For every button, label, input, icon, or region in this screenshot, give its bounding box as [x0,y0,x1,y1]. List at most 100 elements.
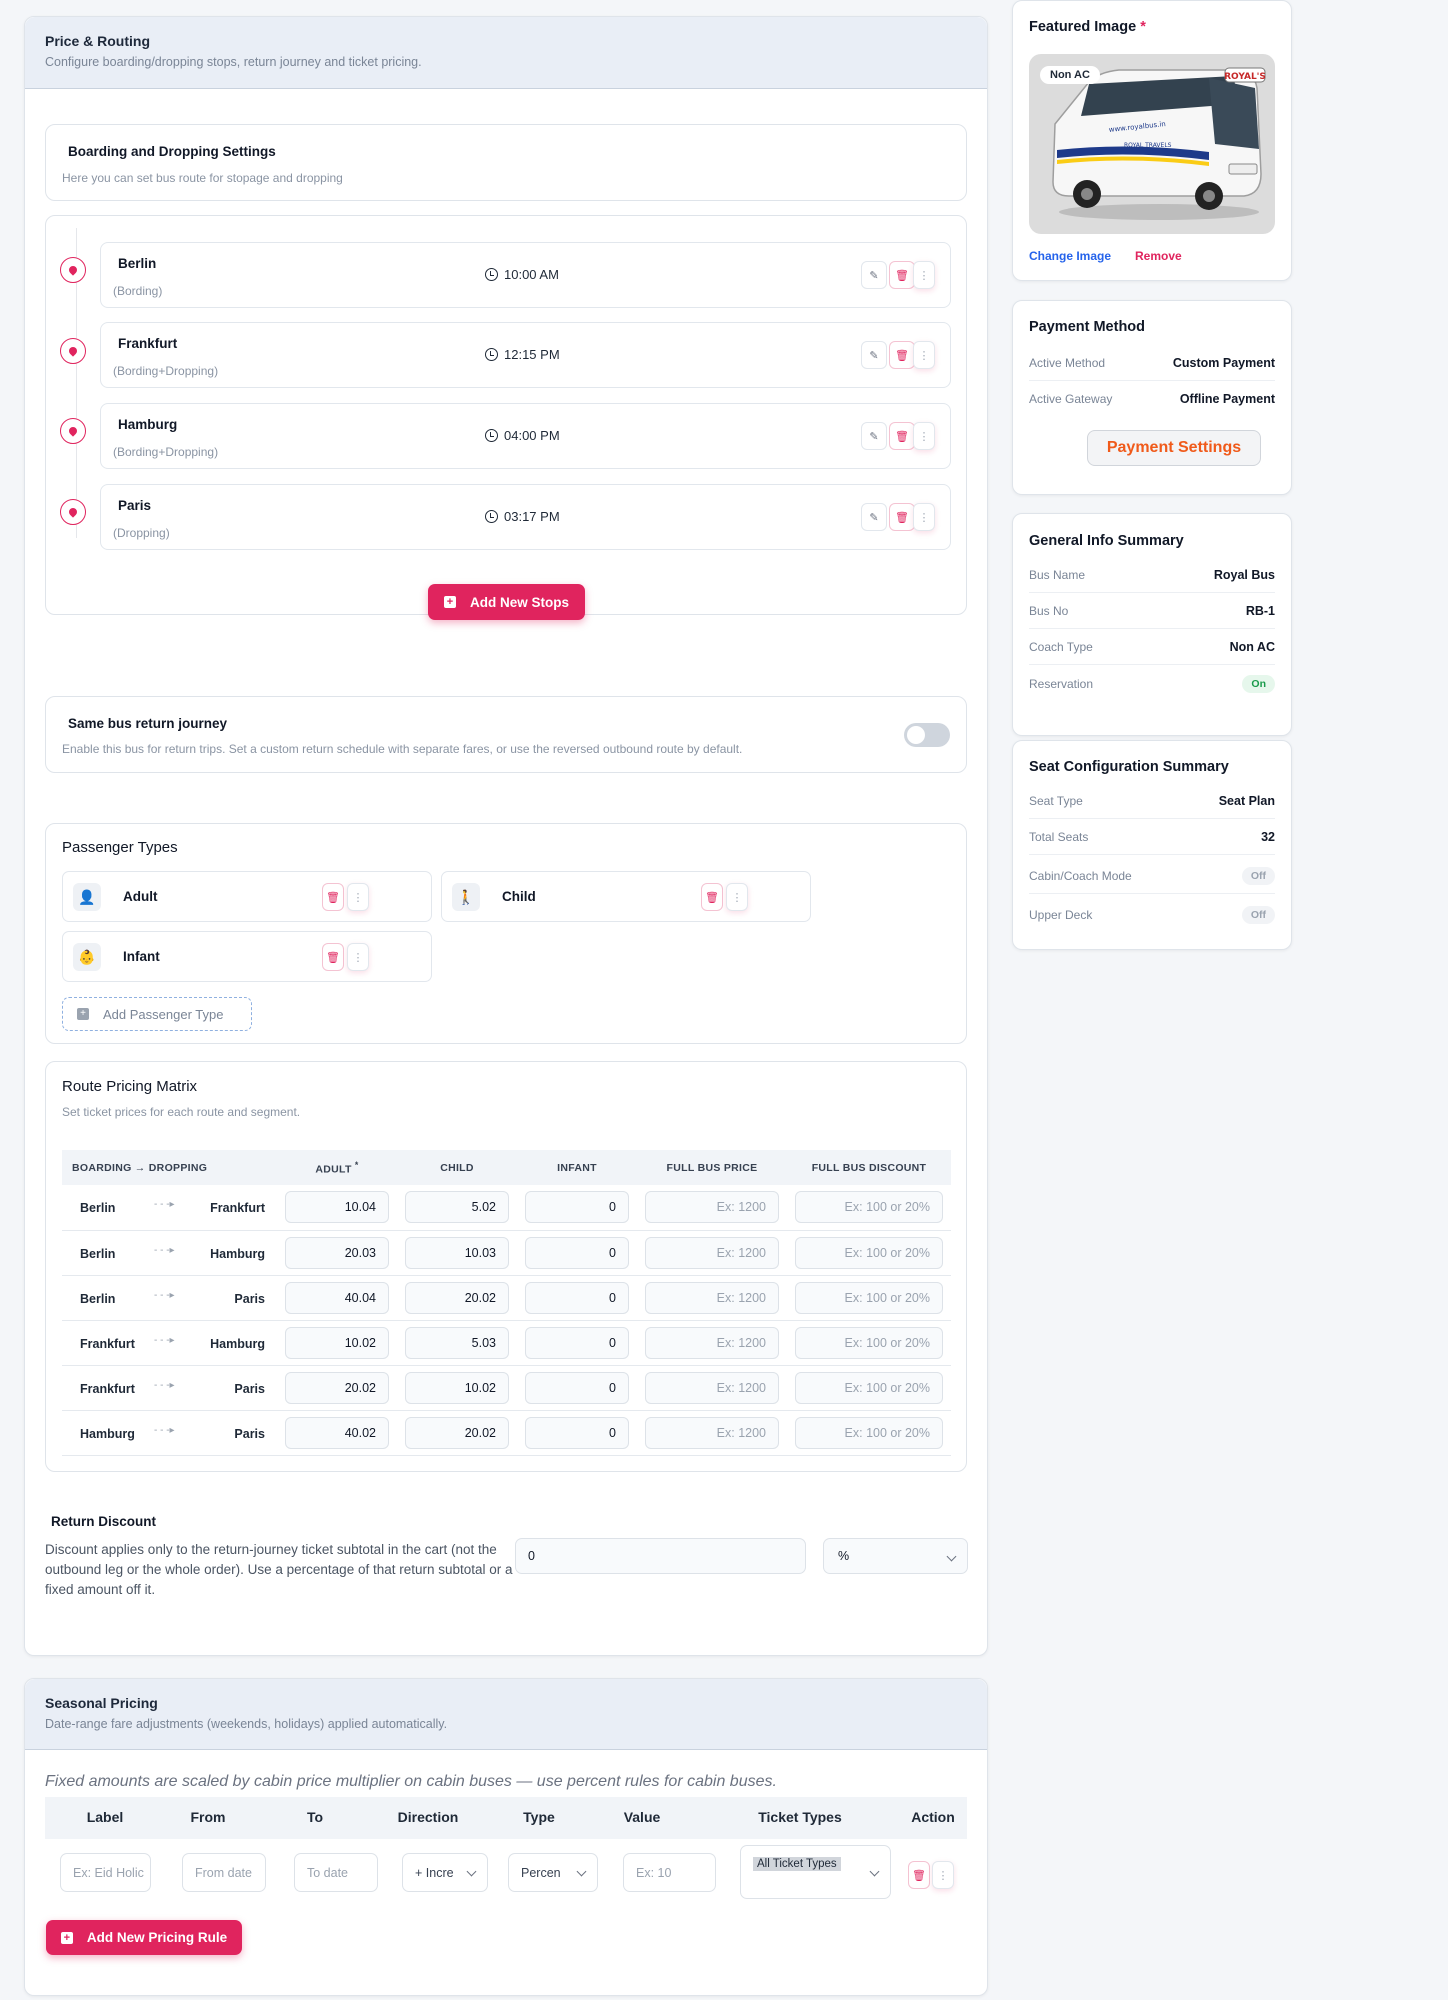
rule-to-date[interactable]: To date [294,1853,378,1892]
infant-price-input[interactable]: 0 [525,1281,629,1314]
full-bus-price-input[interactable]: Ex: 1200 [645,1236,779,1269]
child-price-input[interactable]: 10.02 [405,1371,509,1404]
adult-price: 20.03 [344,1245,376,1260]
drag-handle-icon[interactable]: ⋮ [913,422,935,450]
rule-label-input[interactable]: Ex: Eid Holic [60,1853,151,1892]
full-bus-price-input[interactable]: Ex: 1200 [645,1326,779,1359]
required-mark: * [1140,19,1146,35]
full-bus-discount-input[interactable]: Ex: 100 or 20% [795,1416,943,1449]
drag-handle-icon[interactable]: ⋮ [913,341,935,369]
clock-icon [485,510,498,523]
delete-icon[interactable]: 🗑 [322,943,344,971]
stop-time: 12:15 PM [504,347,560,362]
edit-icon[interactable]: ✎ [861,261,887,289]
full-bus-discount-input[interactable]: Ex: 100 or 20% [795,1191,943,1224]
table-row: Frankfurt - - -▸ Hamburg 10.02 5.03 0 Ex: 1200… [62,1320,951,1366]
rule-type-value: Percen [521,1865,561,1880]
full-bus-discount-input[interactable]: Ex: 100 or 20% [795,1371,943,1404]
drag-handle-icon[interactable]: ⋮ [913,503,935,531]
child-price-input[interactable]: 20.02 [405,1416,509,1449]
edit-icon[interactable]: ✎ [861,503,887,531]
adult-price-input[interactable]: 40.04 [285,1281,389,1314]
col-adult-label: ADULT [315,1163,352,1176]
drag-handle-icon[interactable]: ⋮ [913,261,935,289]
rule-from-date[interactable]: From date [182,1853,266,1892]
full-bus-price-input[interactable]: Ex: 1200 [645,1281,779,1314]
child-price-input[interactable]: 10.03 [405,1236,509,1269]
drag-handle-icon[interactable]: ⋮ [932,1861,954,1889]
delete-icon[interactable]: 🗑 [889,341,915,369]
table-row: Frankfurt - - -▸ Paris 20.02 10.02 0 Ex: 1200 E… [62,1365,951,1411]
drag-handle-icon[interactable]: ⋮ [726,883,748,911]
full-bus-discount-cell: Ex: 100 or 20% [787,1410,951,1456]
change-image-link[interactable]: Change Image [1029,249,1111,263]
return-journey-toggle[interactable] [904,723,950,747]
remove-image-link[interactable]: Remove [1135,249,1182,263]
full-bus-discount-placeholder: Ex: 100 or 20% [844,1290,930,1305]
passenger-type-name: Infant [123,949,160,964]
edit-icon[interactable]: ✎ [861,341,887,369]
full-bus-price-placeholder: Ex: 1200 [716,1335,766,1350]
delete-icon[interactable]: 🗑 [889,503,915,531]
return-discount-unit-select[interactable]: % [823,1538,968,1574]
adult-price-input[interactable]: 20.02 [285,1371,389,1404]
plus-icon: + [77,1008,89,1020]
route-to: Paris [234,1381,265,1396]
edit-icon[interactable]: ✎ [861,422,887,450]
rule-ticket-types-value: All Ticket Types [753,1857,841,1871]
return-discount-input[interactable]: 0 [515,1538,806,1574]
full-bus-discount-input[interactable]: Ex: 100 or 20% [795,1236,943,1269]
delete-icon[interactable]: 🗑 [701,883,723,911]
coach-type-badge-text: Non AC [1050,69,1090,81]
payment-key: Active Method [1029,355,1106,370]
route-cell: Hamburg - - -▸ Paris [62,1410,277,1456]
infant-price-input[interactable]: 0 [525,1236,629,1269]
passenger-type-infant: 👶 Infant 🗑 ⋮ [62,931,432,982]
adult-cell: 20.03 [277,1230,397,1276]
drag-handle-icon[interactable]: ⋮ [347,943,369,971]
boarding-subtitle: Here you can set bus route for stopage a… [62,171,343,185]
stop-name: Paris [118,498,152,513]
delete-icon[interactable]: 🗑 [908,1861,930,1889]
seasonal-title: Seasonal Pricing [45,1695,158,1711]
full-bus-discount-cell: Ex: 100 or 20% [787,1320,951,1366]
delete-icon[interactable]: 🗑 [889,422,915,450]
drag-handle-icon[interactable]: ⋮ [347,883,369,911]
passenger-type-name: Adult [123,889,158,904]
add-passenger-type-button[interactable]: + Add Passenger Type [62,997,252,1031]
full-bus-discount-input[interactable]: Ex: 100 or 20% [795,1281,943,1314]
bus-brand-text: ROYAL'S [1224,72,1266,82]
delete-icon[interactable]: 🗑 [322,883,344,911]
adult-price-input[interactable]: 10.04 [285,1191,389,1224]
rule-ticket-types-select[interactable]: All Ticket Types [740,1845,891,1899]
adult-price-input[interactable]: 10.02 [285,1326,389,1359]
infant-price-input[interactable]: 0 [525,1371,629,1404]
add-pricing-rule-button[interactable]: + Add New Pricing Rule [46,1920,242,1955]
stop-type: (Bording) [113,284,163,298]
child-price-input[interactable]: 5.03 [405,1326,509,1359]
infant-price-input[interactable]: 0 [525,1326,629,1359]
add-new-stops-button[interactable]: + Add New Stops [428,584,585,620]
delete-icon[interactable]: 🗑 [889,261,915,289]
full-bus-price-input[interactable]: Ex: 1200 [645,1191,779,1224]
infant-price-input[interactable]: 0 [525,1191,629,1224]
full-bus-discount-input[interactable]: Ex: 100 or 20% [795,1326,943,1359]
full-bus-price-input[interactable]: Ex: 1200 [645,1371,779,1404]
stop-time: 10:00 AM [504,267,559,282]
stop-time-group: 12:15 PM [485,347,560,362]
panel-subtitle: Configure boarding/dropping stops, retur… [45,55,422,69]
infant-price-input[interactable]: 0 [525,1416,629,1449]
full-bus-price-input[interactable]: Ex: 1200 [645,1416,779,1449]
rule-value-input[interactable]: Ex: 10 [623,1853,716,1892]
adult-price-input[interactable]: 40.02 [285,1416,389,1449]
payment-row-method: Active Method Custom Payment [1029,345,1275,381]
full-bus-price-cell: Ex: 1200 [637,1275,787,1321]
payment-settings-button[interactable]: Payment Settings [1087,430,1261,466]
adult-price-input[interactable]: 20.03 [285,1236,389,1269]
route-cell: Berlin - - -▸ Hamburg [62,1230,277,1276]
child-price-input[interactable]: 20.02 [405,1281,509,1314]
rule-type-select[interactable]: Percen [508,1853,598,1892]
add-passenger-type-label: Add Passenger Type [103,1006,224,1022]
rule-direction-select[interactable]: + Incre [402,1853,488,1892]
child-price-input[interactable]: 5.02 [405,1191,509,1224]
